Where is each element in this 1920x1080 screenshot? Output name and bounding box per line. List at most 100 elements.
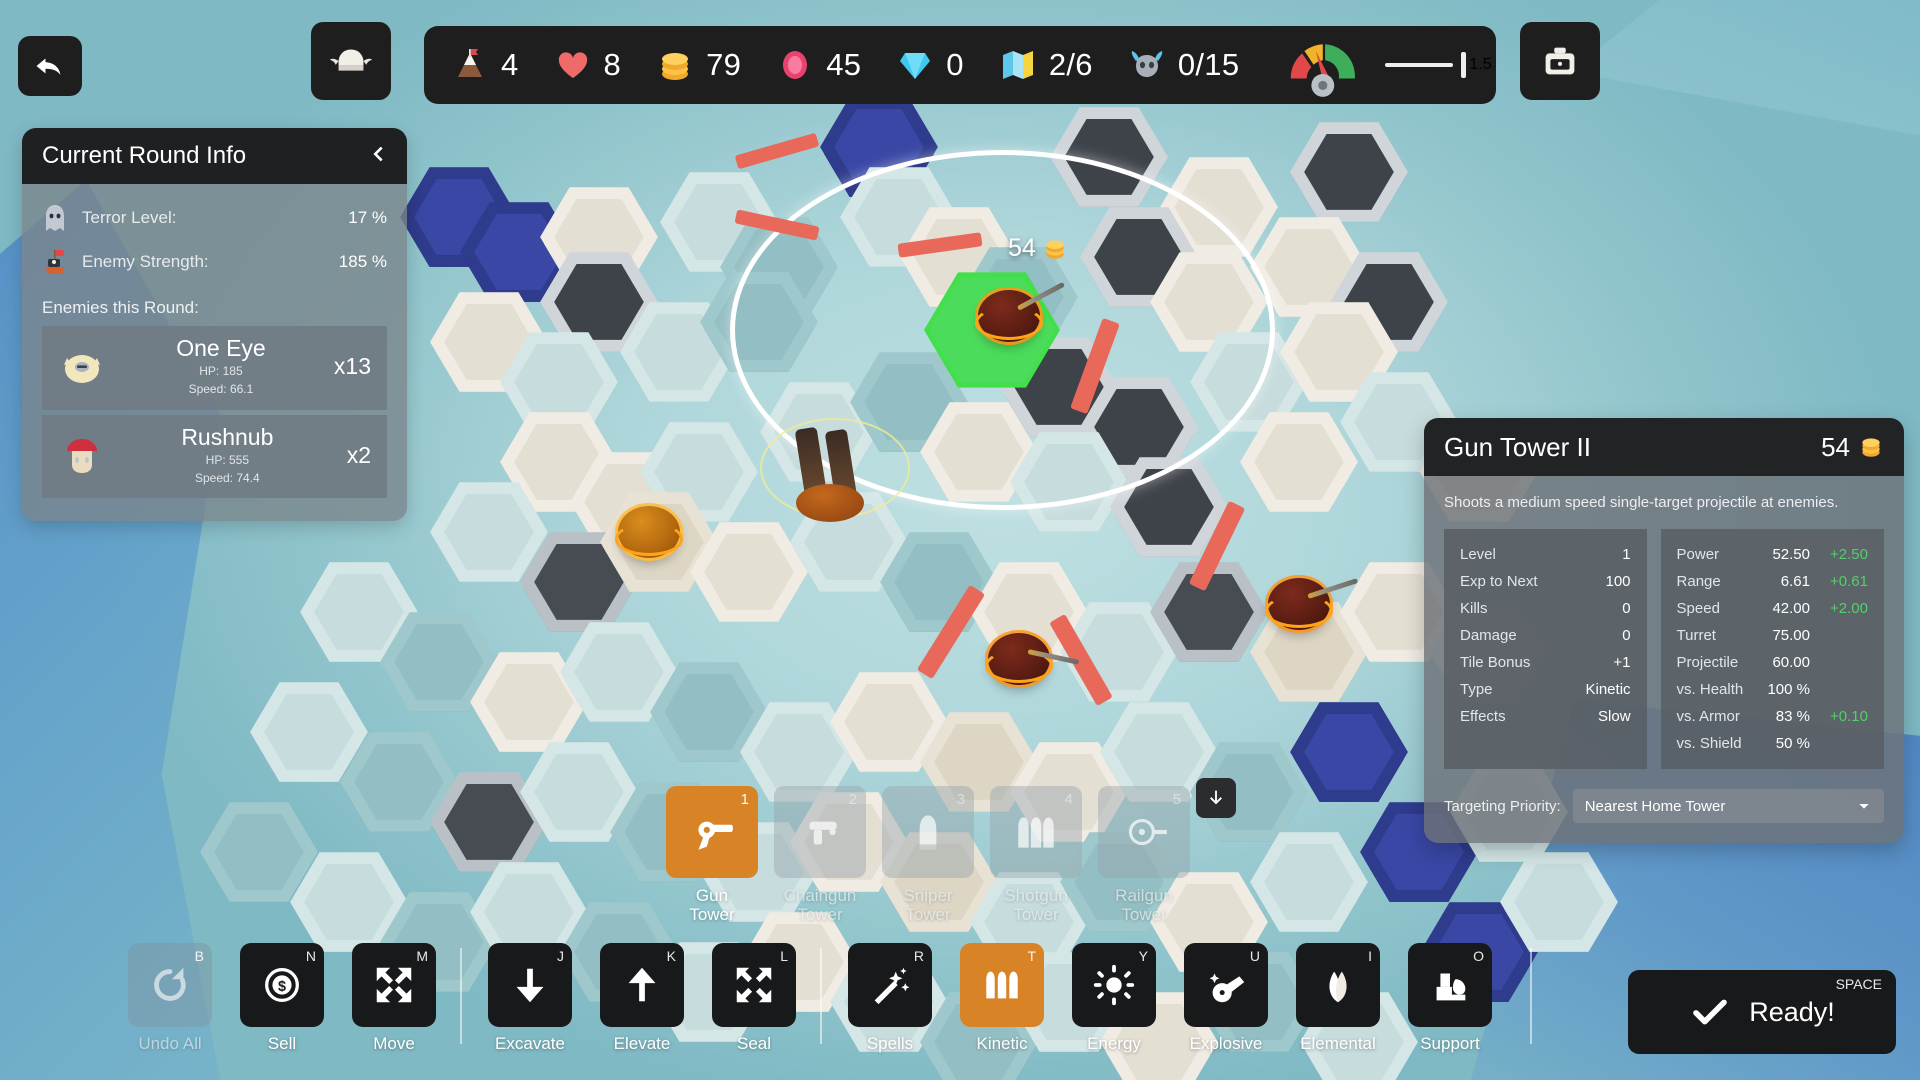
tool-hotkey: B bbox=[194, 948, 204, 964]
tool-move[interactable]: M Move bbox=[352, 943, 436, 1054]
cannon-icon bbox=[1209, 973, 1245, 1003]
tower-stat-value: 75.00 bbox=[1772, 627, 1810, 644]
tower-stat-value: 52.50 bbox=[1772, 546, 1810, 563]
tower-option-hotkey: 5 bbox=[1172, 791, 1181, 808]
tool-support[interactable]: O Support bbox=[1408, 943, 1492, 1054]
tower-stat-label: Effects bbox=[1460, 708, 1506, 725]
speed-slider[interactable] bbox=[1384, 52, 1466, 78]
revolver-icon bbox=[698, 821, 733, 850]
targeting-priority-select[interactable]: Nearest Home Tower bbox=[1572, 789, 1884, 823]
tower-option-chaingun-tower[interactable]: 2 Chaingun Tower bbox=[774, 786, 866, 924]
tool-button[interactable]: O bbox=[1408, 943, 1492, 1027]
tower-option-button[interactable]: 3 bbox=[882, 786, 974, 878]
tool-spells[interactable]: R Spells bbox=[848, 943, 932, 1054]
hex-tile[interactable] bbox=[1250, 832, 1368, 932]
ready-button[interactable]: SPACE Ready! bbox=[1628, 970, 1896, 1054]
tower-stat-value: 50 % bbox=[1775, 735, 1810, 752]
tower-stat-value: Slow bbox=[1598, 708, 1631, 725]
resources-bar: 4 8 79 45 0 2/6 0/15 1.5 bbox=[424, 26, 1496, 104]
tool-excavate[interactable]: J Excavate bbox=[488, 943, 572, 1054]
speed-control[interactable]: 1.5 bbox=[1277, 19, 1492, 111]
collapse-button[interactable] bbox=[367, 143, 389, 170]
enemy-list-item[interactable]: Rushnub HP: 555 Speed: 74.4 x2 bbox=[42, 414, 387, 499]
tower-option-gun-tower[interactable]: 1 Gun Tower bbox=[666, 786, 758, 924]
coins-icon bbox=[1862, 438, 1880, 457]
tower-stat-label: vs. Health bbox=[1676, 681, 1744, 698]
enemy-info: Rushnub HP: 555 Speed: 74.4 bbox=[114, 423, 341, 487]
tool-elevate[interactable]: K Elevate bbox=[600, 943, 684, 1054]
tool-seal[interactable]: L Seal bbox=[712, 943, 796, 1054]
tool-energy[interactable]: Y Energy bbox=[1072, 943, 1156, 1054]
tower-stat-label: Tile Bonus bbox=[1460, 654, 1531, 671]
tool-button[interactable]: I bbox=[1296, 943, 1380, 1027]
tool-button: B bbox=[128, 943, 212, 1027]
tower-stat-label: Power bbox=[1676, 546, 1720, 563]
tower-stat-bonus: +2.50 bbox=[1830, 546, 1868, 563]
tower-mid[interactable] bbox=[982, 625, 1080, 699]
enemy-name: Rushnub bbox=[181, 423, 274, 450]
enemy-count: x2 bbox=[346, 442, 371, 468]
tower-picker-scroll-button[interactable] bbox=[1196, 778, 1236, 818]
tool-button[interactable]: N $ bbox=[240, 943, 324, 1027]
map-icon bbox=[1002, 51, 1033, 79]
hex-tile[interactable] bbox=[1290, 122, 1408, 222]
helmet-button[interactable] bbox=[311, 22, 391, 100]
tower-option-label: Gun Tower bbox=[689, 886, 735, 925]
tool-label: Elevate bbox=[613, 1034, 671, 1053]
resource-bosses-value: 0/15 bbox=[1177, 47, 1240, 82]
resource-maps: 2/6 bbox=[998, 45, 1093, 85]
back-button[interactable] bbox=[18, 36, 82, 96]
tower-picker[interactable]: 1 Gun Tower 2 Chaingun Tower 3 Sniper Tower 4 S… bbox=[666, 786, 1190, 924]
tool-explosive[interactable]: U Explosive bbox=[1184, 943, 1268, 1054]
round-stat-label: Enemy Strength: bbox=[82, 252, 209, 271]
tool-button[interactable]: U bbox=[1184, 943, 1268, 1027]
tower-stat-bonus: +2.00 bbox=[1830, 600, 1868, 617]
tower-option-button[interactable]: 2 bbox=[774, 786, 866, 878]
tool-button[interactable]: R bbox=[848, 943, 932, 1027]
tower-stat-value: 100 % bbox=[1767, 681, 1810, 698]
chevron-left-icon bbox=[373, 146, 383, 161]
tower-option-button[interactable]: 1 bbox=[666, 786, 758, 878]
wand-icon bbox=[874, 967, 910, 1005]
resource-diamonds: 0 bbox=[895, 45, 964, 85]
tool-button[interactable]: L bbox=[712, 943, 796, 1027]
tower-selected[interactable] bbox=[972, 281, 1066, 356]
tower-option-button[interactable]: 5 bbox=[1098, 786, 1190, 878]
tower-stat-row: Power 52.50 +2.50 bbox=[1675, 541, 1870, 568]
tower-stat-value: +1 bbox=[1613, 654, 1631, 671]
tool-button[interactable]: M bbox=[352, 943, 436, 1027]
tool-elemental[interactable]: I Elemental bbox=[1296, 943, 1380, 1054]
toolbar-divider bbox=[1530, 948, 1532, 1044]
tower-stat-value: 60.00 bbox=[1772, 654, 1810, 671]
tower-stat-label: Exp to Next bbox=[1460, 573, 1538, 590]
heart-icon bbox=[558, 52, 587, 78]
tool-button[interactable]: J bbox=[488, 943, 572, 1027]
resource-waves: 4 bbox=[450, 45, 519, 85]
tower-cost: 54 bbox=[1821, 432, 1884, 463]
tower-cost-value: 54 bbox=[1821, 431, 1850, 462]
inventory-button[interactable] bbox=[1520, 22, 1600, 100]
tower-option-sniper-tower[interactable]: 3 Sniper Tower bbox=[882, 786, 974, 924]
svg-text:$: $ bbox=[278, 979, 286, 995]
tool-button[interactable]: K bbox=[600, 943, 684, 1027]
tower-stat-label: vs. Armor bbox=[1676, 708, 1740, 725]
tool-button[interactable]: Y bbox=[1072, 943, 1156, 1027]
tool-button[interactable]: T bbox=[960, 943, 1044, 1027]
enemy-list-item[interactable]: One Eye HP: 185 Speed: 66.1 x13 bbox=[42, 326, 387, 410]
coin-dollar-icon: $ bbox=[265, 968, 299, 1002]
tool-kinetic[interactable]: T Kinetic bbox=[960, 943, 1044, 1054]
tower-ring bbox=[975, 306, 1043, 340]
tower-option-hotkey: 3 bbox=[956, 791, 965, 808]
pirate-ship-icon bbox=[42, 247, 68, 277]
tower-gold[interactable] bbox=[612, 498, 686, 572]
resource-bosses: 0/15 bbox=[1127, 45, 1240, 85]
speed-slider-knob[interactable] bbox=[1460, 52, 1466, 78]
tool-sell[interactable]: N $ Sell bbox=[240, 943, 324, 1054]
tower-option-railgun-tower[interactable]: 5 Railgun Tower bbox=[1098, 786, 1190, 924]
tower-option-shotgun-tower[interactable]: 4 Shotgun Tower bbox=[990, 786, 1082, 924]
gem-blue-icon bbox=[900, 53, 931, 79]
hex-tile[interactable] bbox=[1290, 702, 1408, 802]
tower-right[interactable] bbox=[1262, 570, 1359, 644]
tower-option-button[interactable]: 4 bbox=[990, 786, 1082, 878]
tower-stat-row: Projectile 60.00 bbox=[1675, 649, 1870, 676]
